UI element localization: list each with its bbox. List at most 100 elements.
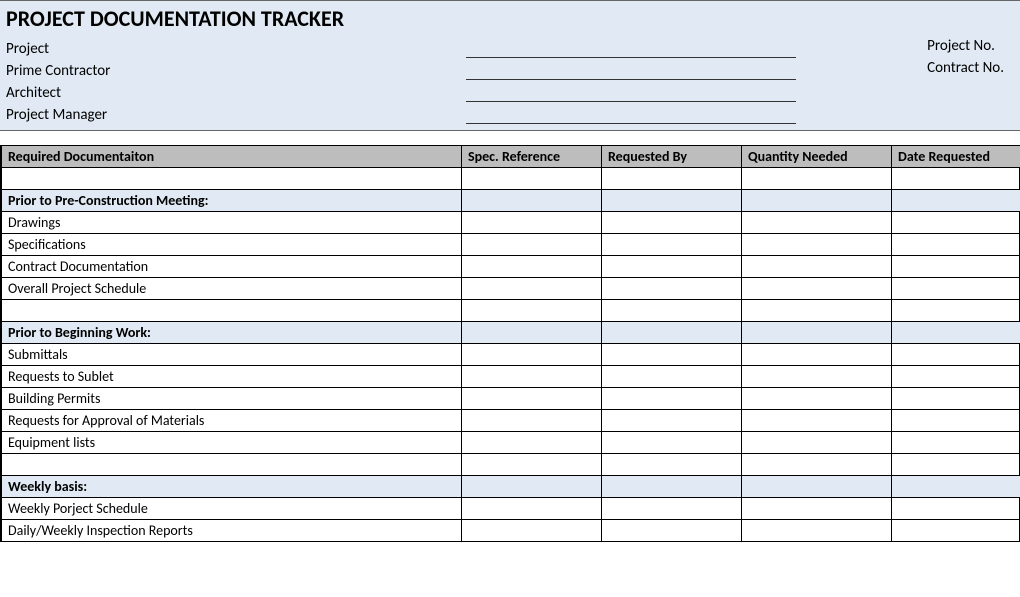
section-blank-cell[interactable] xyxy=(742,322,892,344)
cell-input[interactable] xyxy=(892,432,1020,454)
doc-item-name: Specifications xyxy=(2,234,462,256)
cell-blank[interactable] xyxy=(892,454,1020,476)
col-requested-by: Requested By xyxy=(602,146,742,168)
table-row: Building Permits xyxy=(2,388,1020,410)
cell-input[interactable] xyxy=(462,432,602,454)
table-row: Daily/Weekly Inspection Reports xyxy=(2,520,1020,542)
cell-input[interactable] xyxy=(742,366,892,388)
cell-blank[interactable] xyxy=(602,168,742,190)
cell-input[interactable] xyxy=(602,366,742,388)
cell-blank[interactable] xyxy=(892,300,1020,322)
doc-item-name: Contract Documentation xyxy=(2,256,462,278)
cell-input[interactable] xyxy=(602,388,742,410)
cell-input[interactable] xyxy=(742,344,892,366)
cell-input[interactable] xyxy=(602,256,742,278)
cell-input[interactable] xyxy=(892,344,1020,366)
col-spec-reference: Spec. Reference xyxy=(462,146,602,168)
table-row-blank xyxy=(2,454,1020,476)
cell-input[interactable] xyxy=(742,212,892,234)
cell-input[interactable] xyxy=(742,520,892,542)
cell-input[interactable] xyxy=(892,212,1020,234)
cell-blank[interactable] xyxy=(462,300,602,322)
section-blank-cell[interactable] xyxy=(462,190,602,212)
table-row: Submittals xyxy=(2,344,1020,366)
cell-blank[interactable] xyxy=(2,300,462,322)
section-blank-cell[interactable] xyxy=(742,476,892,498)
table-row-blank xyxy=(2,300,1020,322)
input-project-manager[interactable] xyxy=(466,106,796,124)
page-title: PROJECT DOCUMENTATION TRACKER xyxy=(6,5,1014,32)
cell-input[interactable] xyxy=(892,388,1020,410)
cell-input[interactable] xyxy=(462,212,602,234)
cell-input[interactable] xyxy=(602,410,742,432)
cell-input[interactable] xyxy=(892,520,1020,542)
cell-blank[interactable] xyxy=(2,168,462,190)
table-row: Contract Documentation xyxy=(2,256,1020,278)
doc-item-name: Equipment lists xyxy=(2,432,462,454)
cell-input[interactable] xyxy=(602,234,742,256)
cell-blank[interactable] xyxy=(602,454,742,476)
section-blank-cell[interactable] xyxy=(602,190,742,212)
section-blank-cell[interactable] xyxy=(602,476,742,498)
label-architect: Architect xyxy=(6,84,146,102)
section-blank-cell[interactable] xyxy=(462,476,602,498)
cell-blank[interactable] xyxy=(742,454,892,476)
cell-input[interactable] xyxy=(462,366,602,388)
cell-input[interactable] xyxy=(462,388,602,410)
table-row: Equipment lists xyxy=(2,432,1020,454)
doc-item-name: Requests for Approval of Materials xyxy=(2,410,462,432)
section-blank-cell[interactable] xyxy=(742,190,892,212)
cell-input[interactable] xyxy=(462,234,602,256)
cell-input[interactable] xyxy=(602,520,742,542)
cell-input[interactable] xyxy=(892,498,1020,520)
table-row: Weekly Porject Schedule xyxy=(2,498,1020,520)
cell-input[interactable] xyxy=(602,498,742,520)
cell-input[interactable] xyxy=(892,256,1020,278)
cell-input[interactable] xyxy=(602,344,742,366)
doc-item-name: Overall Project Schedule xyxy=(2,278,462,300)
cell-blank[interactable] xyxy=(742,168,892,190)
cell-blank[interactable] xyxy=(742,300,892,322)
cell-blank[interactable] xyxy=(462,168,602,190)
cell-input[interactable] xyxy=(892,278,1020,300)
cell-input[interactable] xyxy=(892,366,1020,388)
cell-blank[interactable] xyxy=(892,168,1020,190)
cell-input[interactable] xyxy=(462,498,602,520)
section-blank-cell[interactable] xyxy=(602,322,742,344)
cell-input[interactable] xyxy=(602,212,742,234)
cell-input[interactable] xyxy=(742,388,892,410)
cell-input[interactable] xyxy=(742,234,892,256)
section-header-row: Weekly basis: xyxy=(2,476,1020,498)
cell-blank[interactable] xyxy=(602,300,742,322)
cell-input[interactable] xyxy=(892,234,1020,256)
cell-input[interactable] xyxy=(742,498,892,520)
cell-input[interactable] xyxy=(462,256,602,278)
cell-input[interactable] xyxy=(462,344,602,366)
cell-input[interactable] xyxy=(602,278,742,300)
table-header-row: Required Documentaiton Spec. Reference R… xyxy=(2,146,1020,168)
doc-item-name: Building Permits xyxy=(2,388,462,410)
cell-input[interactable] xyxy=(742,256,892,278)
label-project-manager: Project Manager xyxy=(6,106,146,124)
input-architect[interactable] xyxy=(466,84,796,102)
cell-input[interactable] xyxy=(742,410,892,432)
input-prime-contractor[interactable] xyxy=(466,62,796,80)
table-row: Requests to Sublet xyxy=(2,366,1020,388)
cell-blank[interactable] xyxy=(462,454,602,476)
section-blank-cell[interactable] xyxy=(892,322,1020,344)
cell-input[interactable] xyxy=(742,432,892,454)
section-header-row: Prior to Beginning Work: xyxy=(2,322,1020,344)
doc-item-name: Submittals xyxy=(2,344,462,366)
cell-input[interactable] xyxy=(462,520,602,542)
section-blank-cell[interactable] xyxy=(462,322,602,344)
input-project[interactable] xyxy=(466,40,796,58)
cell-input[interactable] xyxy=(602,432,742,454)
cell-input[interactable] xyxy=(462,410,602,432)
cell-input[interactable] xyxy=(892,410,1020,432)
cell-blank[interactable] xyxy=(2,454,462,476)
cell-input[interactable] xyxy=(462,278,602,300)
section-title: Weekly basis: xyxy=(2,476,462,498)
section-blank-cell[interactable] xyxy=(892,190,1020,212)
section-blank-cell[interactable] xyxy=(892,476,1020,498)
cell-input[interactable] xyxy=(742,278,892,300)
